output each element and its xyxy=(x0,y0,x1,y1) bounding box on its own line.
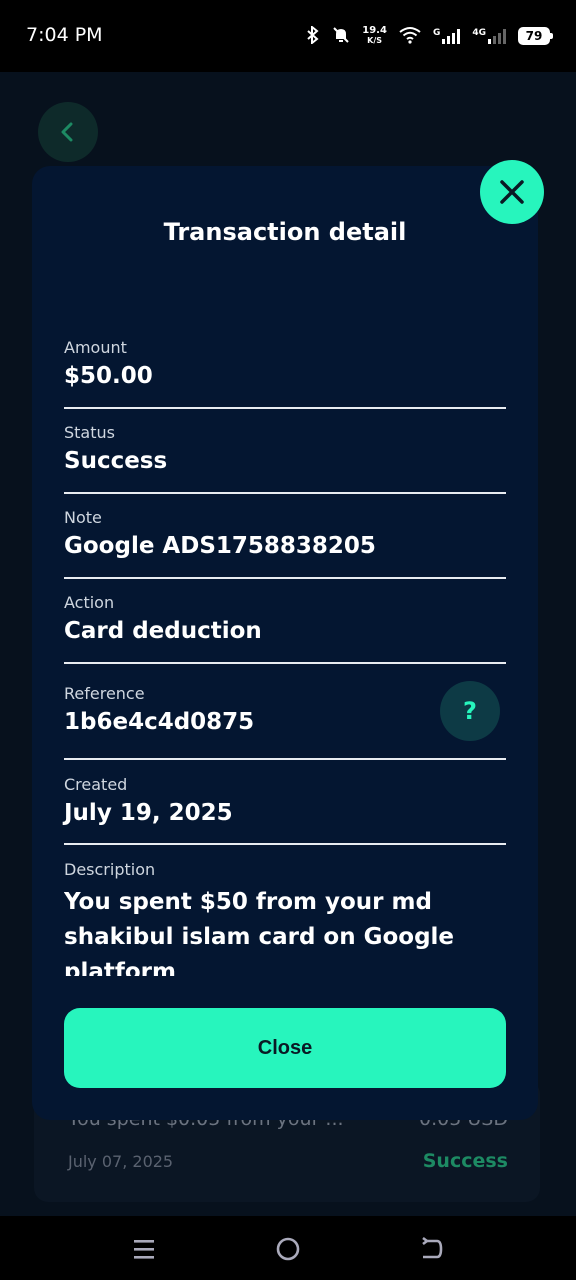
field-value: $50.00 xyxy=(64,363,153,389)
note-field: Note Google ADS1758838205 xyxy=(64,508,506,579)
modal-title: Transaction detail xyxy=(163,218,407,246)
field-label: Action xyxy=(64,593,115,612)
reference-field: Reference 1b6e4c4d0875 xyxy=(64,684,506,760)
signal-icon xyxy=(442,28,461,44)
status-field: Status Success xyxy=(64,423,506,494)
field-value: Success xyxy=(64,448,168,474)
home-circle-icon xyxy=(276,1237,300,1261)
field-value: You spent $50 from your md shakibul isla… xyxy=(64,889,455,976)
sim2-label: 4G xyxy=(472,28,486,38)
status-bar: 7:04 PM 19.4 K/S G 4G 79 xyxy=(0,0,576,72)
net-speed-value: 19.4 xyxy=(362,25,387,36)
transaction-detail-modal: Transaction detail Amount $50.00 Status … xyxy=(32,166,538,1120)
back-nav-button[interactable] xyxy=(417,1234,447,1264)
field-value: Google ADS1758838205 xyxy=(64,533,376,559)
system-nav-bar xyxy=(0,1216,576,1280)
field-label: Description xyxy=(64,860,156,879)
wifi-icon xyxy=(399,26,421,47)
chevron-left-icon xyxy=(61,122,73,142)
home-button[interactable] xyxy=(273,1234,303,1264)
menu-icon xyxy=(134,1240,154,1259)
status-icons: 19.4 K/S G 4G 79 xyxy=(306,22,553,50)
field-value: Card deduction xyxy=(64,618,262,644)
amount-field: Amount $50.00 xyxy=(64,338,506,409)
field-label: Reference xyxy=(64,684,145,703)
field-label: Amount xyxy=(64,338,127,357)
signal-sim1: G xyxy=(432,28,461,44)
created-field: Created July 19, 2025 xyxy=(64,775,506,845)
close-button[interactable]: Close xyxy=(64,1008,506,1088)
close-icon xyxy=(500,180,524,204)
back-button[interactable] xyxy=(38,102,98,162)
status-time: 7:04 PM xyxy=(26,24,103,46)
mute-icon xyxy=(332,26,350,47)
signal-icon-2 xyxy=(488,28,506,44)
transaction-date: July 07, 2025 xyxy=(68,1152,174,1171)
net-speed-unit: K/S xyxy=(367,36,383,45)
signal-sim2: 4G xyxy=(472,28,506,44)
field-label: Status xyxy=(64,423,115,442)
help-button[interactable]: ? xyxy=(440,681,500,741)
field-label: Created xyxy=(64,775,128,794)
sim1-label: G xyxy=(432,28,441,38)
net-speed: 19.4 K/S xyxy=(362,26,387,46)
battery-icon: 79 xyxy=(518,27,553,45)
action-field: Action Card deduction xyxy=(64,593,506,664)
transaction-status: Success xyxy=(422,1150,508,1172)
field-value: July 19, 2025 xyxy=(64,800,233,826)
close-modal-button[interactable] xyxy=(480,160,544,224)
bluetooth-icon xyxy=(306,24,320,47)
description-field: Description You spent $50 from your md s… xyxy=(64,860,506,976)
field-label: Note xyxy=(64,508,102,527)
back-arrow-icon xyxy=(422,1236,443,1259)
menu-button[interactable] xyxy=(129,1234,159,1264)
